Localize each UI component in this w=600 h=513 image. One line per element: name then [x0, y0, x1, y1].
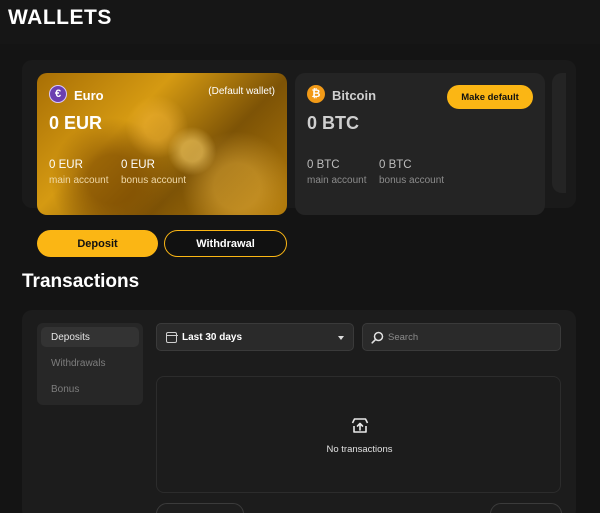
- main-account-label: main account: [307, 175, 367, 186]
- date-range-label: Last 30 days: [182, 332, 243, 343]
- make-default-button[interactable]: Make default: [447, 85, 533, 109]
- wallet-name: Euro: [74, 88, 104, 103]
- wallet-card-euro[interactable]: € Euro (Default wallet) 0 EUR 0 EUR main…: [37, 73, 287, 215]
- bonus-account-value: 0 BTC: [379, 159, 412, 171]
- wallet-name: Bitcoin: [332, 88, 377, 103]
- page-title: WALLETS: [8, 6, 112, 29]
- bonus-account-label: bonus account: [121, 175, 187, 186]
- tab-bonus[interactable]: Bonus: [51, 384, 79, 395]
- search-icon: [371, 331, 384, 344]
- deposit-button[interactable]: Deposit: [37, 230, 158, 257]
- wallet-balance: 0 EUR: [49, 113, 103, 133]
- bonus-account-label: bonus account: [379, 175, 445, 186]
- search-input[interactable]: [388, 328, 548, 346]
- empty-state-text: No transactions: [326, 444, 393, 455]
- calendar-icon: [165, 332, 178, 343]
- default-wallet-tag: (Default wallet): [208, 86, 275, 97]
- transactions-empty-state: No transactions: [156, 376, 561, 493]
- previous-page-button[interactable]: [156, 503, 244, 513]
- euro-coin-icon: €: [49, 85, 67, 103]
- next-page-button[interactable]: [490, 503, 562, 513]
- wallet-card-next-peek[interactable]: [552, 73, 566, 193]
- main-account-value: 0 BTC: [307, 159, 340, 171]
- bonus-account-value: 0 EUR: [121, 159, 155, 171]
- chevron-down-icon: [338, 336, 344, 340]
- transactions-title: Transactions: [22, 271, 140, 292]
- bitcoin-coin-icon: ₿: [307, 85, 325, 103]
- main-account-label: main account: [49, 175, 109, 186]
- wallet-card-bitcoin[interactable]: ₿ Bitcoin Make default 0 BTC 0 BTC main …: [295, 73, 545, 215]
- upload-tray-icon: [351, 418, 369, 433]
- date-range-dropdown[interactable]: Last 30 days: [156, 323, 354, 351]
- wallet-balance: 0 BTC: [307, 113, 360, 133]
- tab-deposits[interactable]: Deposits: [51, 332, 90, 343]
- transactions-tabs: Deposits Withdrawals Bonus: [37, 323, 143, 405]
- main-account-value: 0 EUR: [49, 159, 83, 171]
- withdrawal-button[interactable]: Withdrawal: [164, 230, 287, 257]
- tab-withdrawals[interactable]: Withdrawals: [51, 358, 105, 369]
- search-field[interactable]: [362, 323, 561, 351]
